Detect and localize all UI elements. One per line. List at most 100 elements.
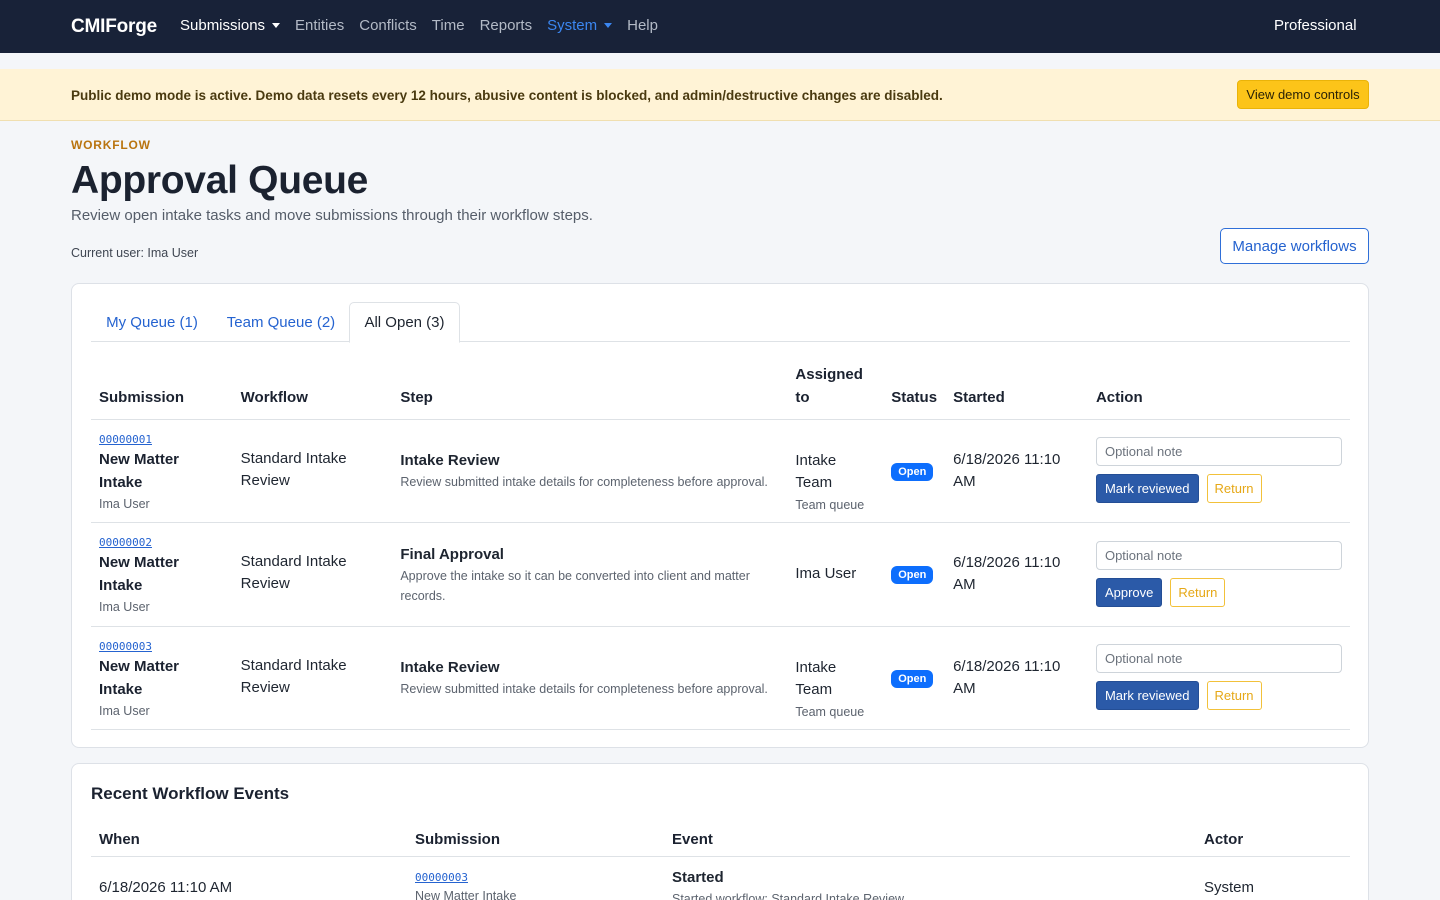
column-header-event[interactable]: Event	[664, 824, 1196, 856]
view-demo-controls-button[interactable]: View demo controls	[1237, 80, 1369, 109]
nav-entities[interactable]: Entities	[295, 17, 344, 34]
submitter-name: Ima User	[99, 497, 150, 511]
optional-note-input[interactable]: Optional note	[1095, 644, 1342, 673]
main-nav: Submissions Entities Conflicts Time Repo…	[180, 17, 673, 34]
started-cell: 6/18/2026 11:10 AM	[945, 420, 1088, 523]
mark-reviewed-button[interactable]: Mark reviewed	[1095, 681, 1199, 710]
return-button[interactable]: Return	[1170, 578, 1226, 607]
submitter-name: Ima User	[99, 704, 150, 718]
return-button[interactable]: Return	[1206, 681, 1262, 710]
submission-cell: 00000002 New Matter Intake Ima User	[91, 523, 233, 627]
action-buttons: Mark reviewed Return	[1095, 474, 1342, 503]
approval-queue-table: Submission Workflow Step Assigned to Sta…	[91, 363, 1350, 730]
nav-time[interactable]: Time	[432, 17, 465, 34]
step-description: Approve the intake so it can be converte…	[400, 569, 750, 603]
table-row: 6/18/2026 11:10 AM 00000003 New Matter I…	[91, 856, 1350, 900]
nav-system-label: System	[547, 17, 598, 34]
event-actor: System	[1204, 878, 1255, 896]
table-row: 00000003 New Matter Intake Ima User Stan…	[91, 627, 1350, 730]
demo-banner: Public demo mode is active. Demo data re…	[0, 69, 1440, 121]
submission-title: New Matter Intake	[99, 658, 180, 698]
nav-submissions[interactable]: Submissions	[180, 17, 281, 34]
chevron-down-icon	[272, 23, 281, 28]
nav-submissions-label: Submissions	[180, 17, 266, 34]
demo-banner-text: Public demo mode is active. Demo data re…	[71, 88, 943, 103]
mark-reviewed-button[interactable]: Mark reviewed	[1095, 474, 1199, 503]
nav-reports[interactable]: Reports	[480, 17, 533, 34]
submitter-name: Ima User	[99, 600, 150, 614]
approve-button[interactable]: Approve	[1095, 578, 1163, 607]
optional-note-input[interactable]: Optional note	[1095, 437, 1342, 466]
nav-help[interactable]: Help	[627, 17, 658, 34]
submission-link[interactable]: 00000002	[99, 535, 225, 551]
tab-my-queue[interactable]: My Queue (1)	[91, 302, 213, 342]
step-description: Review submitted intake details for comp…	[400, 475, 768, 489]
event-when-cell: 6/18/2026 11:10 AM	[91, 856, 407, 900]
submission-link[interactable]: 00000001	[99, 432, 225, 448]
current-user-label: Current user: Ima User	[71, 246, 199, 260]
optional-note-input[interactable]: Optional note	[1095, 541, 1342, 570]
submission-cell: 00000001 New Matter Intake Ima User	[91, 420, 233, 523]
page-title: Approval Queue	[71, 159, 369, 202]
table-row: 00000001 New Matter Intake Ima User Stan…	[91, 420, 1350, 523]
event-submission-cell: 00000003 New Matter Intake	[407, 856, 664, 900]
nav-system[interactable]: System	[547, 17, 613, 34]
assigned-cell: Ima User	[787, 523, 883, 627]
column-header-workflow[interactable]: Workflow	[233, 363, 393, 420]
status-badge: Open	[891, 463, 934, 481]
column-header-started[interactable]: Started	[945, 363, 1088, 420]
step-description: Review submitted intake details for comp…	[400, 682, 768, 696]
column-header-when[interactable]: When	[91, 824, 407, 856]
nav-conflicts[interactable]: Conflicts	[359, 17, 417, 34]
manage-workflows-button[interactable]: Manage workflows	[1220, 228, 1369, 264]
event-title: Started	[672, 868, 724, 886]
status-cell: Open	[883, 627, 945, 730]
queue-tabs: My Queue (1) Team Queue (2) All Open (3)	[91, 302, 1350, 343]
started-cell: 6/18/2026 11:10 AM	[945, 523, 1088, 627]
events-title: Recent Workflow Events	[91, 784, 290, 803]
column-header-actor[interactable]: Actor	[1196, 824, 1350, 856]
action-buttons: Mark reviewed Return	[1095, 681, 1342, 710]
submission-link[interactable]: 00000003	[99, 639, 225, 655]
workflow-name: Standard Intake Review	[240, 553, 347, 592]
table-row: 00000002 New Matter Intake Ima User Stan…	[91, 523, 1350, 627]
workflow-cell: Standard Intake Review	[233, 627, 393, 730]
action-buttons: Approve Return	[1095, 578, 1342, 607]
status-cell: Open	[883, 420, 945, 523]
tab-all-open[interactable]: All Open (3)	[349, 302, 460, 343]
top-navbar: CMIForge Submissions Entities Conflicts …	[0, 0, 1440, 53]
action-cell: Optional note Approve Return	[1088, 523, 1350, 627]
assigned-to: Ima User	[795, 565, 857, 582]
assigned-queue-type: Team queue	[795, 498, 865, 512]
workflow-cell: Standard Intake Review	[233, 523, 393, 627]
chevron-down-icon	[604, 23, 613, 28]
column-header-status[interactable]: Status	[883, 363, 945, 420]
brand-logo[interactable]: CMIForge	[71, 16, 157, 38]
column-header-submission[interactable]: Submission	[407, 824, 664, 856]
queue-card: My Queue (1) Team Queue (2) All Open (3)…	[71, 283, 1369, 748]
action-cell: Optional note Mark reviewed Return	[1088, 420, 1350, 523]
submission-title: New Matter Intake	[99, 451, 180, 491]
event-description: Started workflow: Standard Intake Review	[672, 891, 905, 900]
return-button[interactable]: Return	[1206, 474, 1262, 503]
step-title: Final Approval	[400, 546, 504, 563]
page-eyebrow: WORKFLOW	[71, 138, 151, 152]
workflow-name: Standard Intake Review	[240, 657, 347, 696]
submission-title: New Matter Intake	[415, 888, 517, 900]
assigned-cell: Intake Team Team queue	[787, 420, 883, 523]
action-cell: Optional note Mark reviewed Return	[1088, 627, 1350, 730]
started-time: 6/18/2026 11:10 AM	[953, 554, 1061, 593]
column-header-action: Action	[1095, 389, 1143, 406]
step-title: Intake Review	[400, 452, 500, 469]
assigned-to: Intake Team	[795, 659, 837, 698]
step-cell: Final Approval Approve the intake so it …	[392, 523, 787, 627]
tab-team-queue[interactable]: Team Queue (2)	[213, 302, 349, 342]
workflow-cell: Standard Intake Review	[233, 420, 393, 523]
column-header-step[interactable]: Step	[392, 363, 787, 420]
column-header-submission[interactable]: Submission	[91, 363, 233, 420]
column-header-assigned-to[interactable]: Assigned to	[787, 363, 883, 420]
submission-cell: 00000003 New Matter Intake Ima User	[91, 627, 233, 730]
submission-link[interactable]: 00000003	[415, 870, 656, 886]
edition-label: Professional	[1274, 17, 1357, 34]
step-title: Intake Review	[400, 659, 500, 676]
